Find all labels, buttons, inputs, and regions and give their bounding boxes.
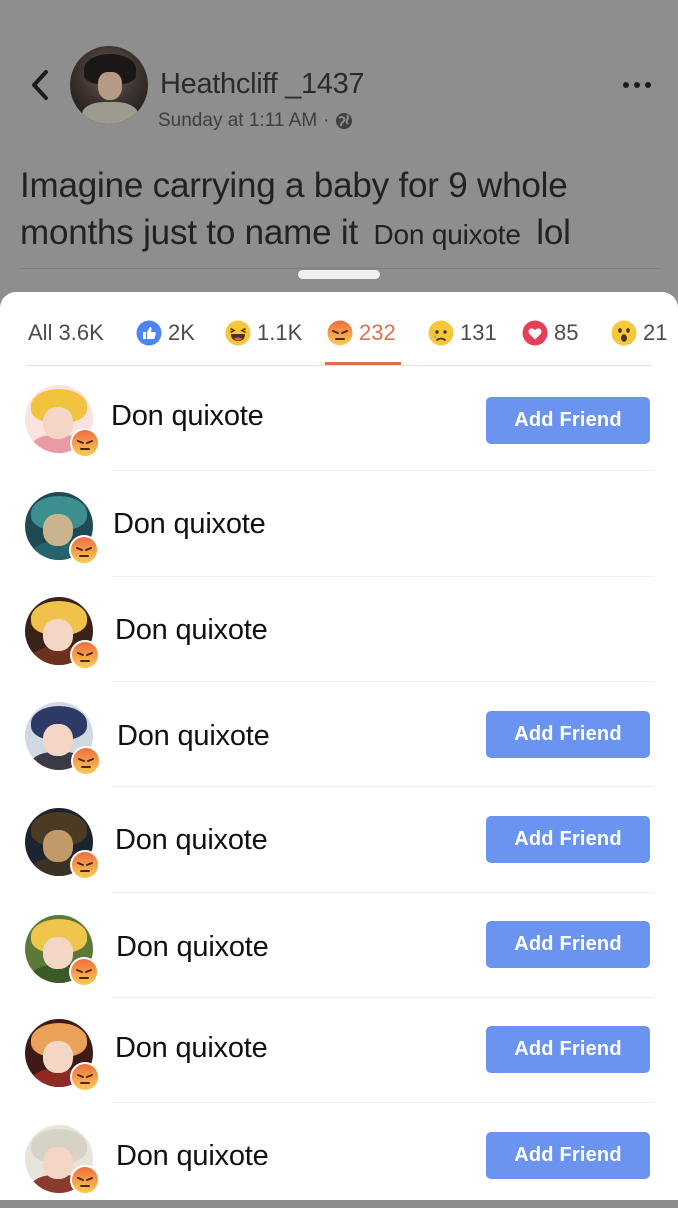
tab-love-count: 85 [554, 320, 579, 345]
poster-avatar[interactable] [70, 46, 148, 124]
post-background: Heathcliff _1437 Sunday at 1:11 AM · Ima… [0, 0, 678, 300]
meta-separator: · [323, 110, 330, 131]
poster-name[interactable]: Heathcliff _1437 [160, 68, 365, 101]
reactor-name[interactable]: Don quixote [115, 824, 268, 857]
sad-icon [428, 320, 454, 346]
tab-sad-count: 131 [460, 320, 497, 345]
angry-icon [69, 535, 99, 565]
angry-icon [70, 850, 100, 880]
tab-wow-count: 21 [643, 320, 668, 345]
back-button[interactable] [22, 64, 58, 106]
post-text-end: lol [536, 213, 571, 252]
tab-love[interactable]: 85 [522, 316, 578, 350]
reactor-row[interactable]: Don quixote Add Friend [0, 1103, 678, 1208]
add-friend-button[interactable]: Add Friend [486, 711, 650, 758]
post-text: Imagine carrying a baby for 9 whole mont… [20, 162, 660, 258]
like-icon [136, 320, 162, 346]
reactor-row[interactable]: Don quixote Add Friend [0, 366, 678, 471]
post-meta: Sunday at 1:11 AM · [158, 110, 353, 132]
post-timestamp[interactable]: Sunday at 1:11 AM [158, 110, 317, 132]
reactor-name[interactable]: Don quixote [111, 400, 264, 433]
chevron-left-icon [32, 70, 48, 100]
tab-all-label: All 3.6K [28, 320, 104, 345]
reactor-row[interactable]: Don quixote Add Friend [0, 998, 678, 1103]
angry-icon [327, 320, 353, 346]
wow-icon [611, 320, 637, 346]
reactor-name[interactable]: Don quixote [115, 1032, 268, 1065]
more-icon [623, 82, 651, 88]
angry-icon [69, 957, 99, 987]
reaction-tabs: All 3.6K 2K 1.1K 232 131 85 21 [0, 292, 678, 366]
reactor-row[interactable]: Don quixote Add Friend [0, 788, 678, 893]
tab-like[interactable]: 2K [136, 316, 195, 350]
tab-angry-count: 232 [359, 320, 396, 345]
reactor-name[interactable]: Don quixote [113, 508, 266, 541]
tab-all[interactable]: All 3.6K [28, 316, 104, 350]
love-icon [522, 320, 548, 346]
angry-icon [70, 640, 100, 670]
reactor-row[interactable]: Don quixote [0, 472, 678, 577]
reactor-name[interactable]: Don quixote [116, 931, 269, 964]
add-friend-button[interactable]: Add Friend [486, 397, 650, 444]
post-divider [20, 268, 660, 269]
sheet-drag-handle[interactable] [298, 270, 380, 279]
reactor-name[interactable]: Don quixote [115, 614, 268, 647]
add-friend-button[interactable]: Add Friend [486, 1026, 650, 1073]
angry-icon [70, 1062, 100, 1092]
globe-icon [336, 113, 353, 129]
more-options-button[interactable] [620, 70, 654, 100]
haha-icon [225, 320, 251, 346]
reactor-row[interactable]: Don quixote [0, 577, 678, 682]
angry-icon [70, 1165, 100, 1195]
reactor-row[interactable]: Don quixote Add Friend [0, 682, 678, 787]
tab-wow[interactable]: 21 [611, 316, 667, 350]
tab-angry[interactable]: 232 [327, 316, 396, 350]
angry-icon [71, 746, 101, 776]
angry-icon [70, 428, 100, 458]
reactions-sheet: All 3.6K 2K 1.1K 232 131 85 21 Don quixo… [0, 292, 678, 1200]
reactor-name[interactable]: Don quixote [116, 1140, 269, 1173]
post-mention[interactable]: Don quixote [368, 219, 527, 250]
reactor-name[interactable]: Don quixote [117, 720, 270, 753]
tab-haha[interactable]: 1.1K [225, 316, 302, 350]
add-friend-button[interactable]: Add Friend [486, 921, 650, 968]
tab-sad[interactable]: 131 [428, 316, 497, 350]
add-friend-button[interactable]: Add Friend [486, 1132, 650, 1179]
add-friend-button[interactable]: Add Friend [486, 816, 650, 863]
reactor-row[interactable]: Don quixote Add Friend [0, 893, 678, 998]
tab-haha-count: 1.1K [257, 320, 303, 345]
tab-like-count: 2K [168, 320, 195, 345]
